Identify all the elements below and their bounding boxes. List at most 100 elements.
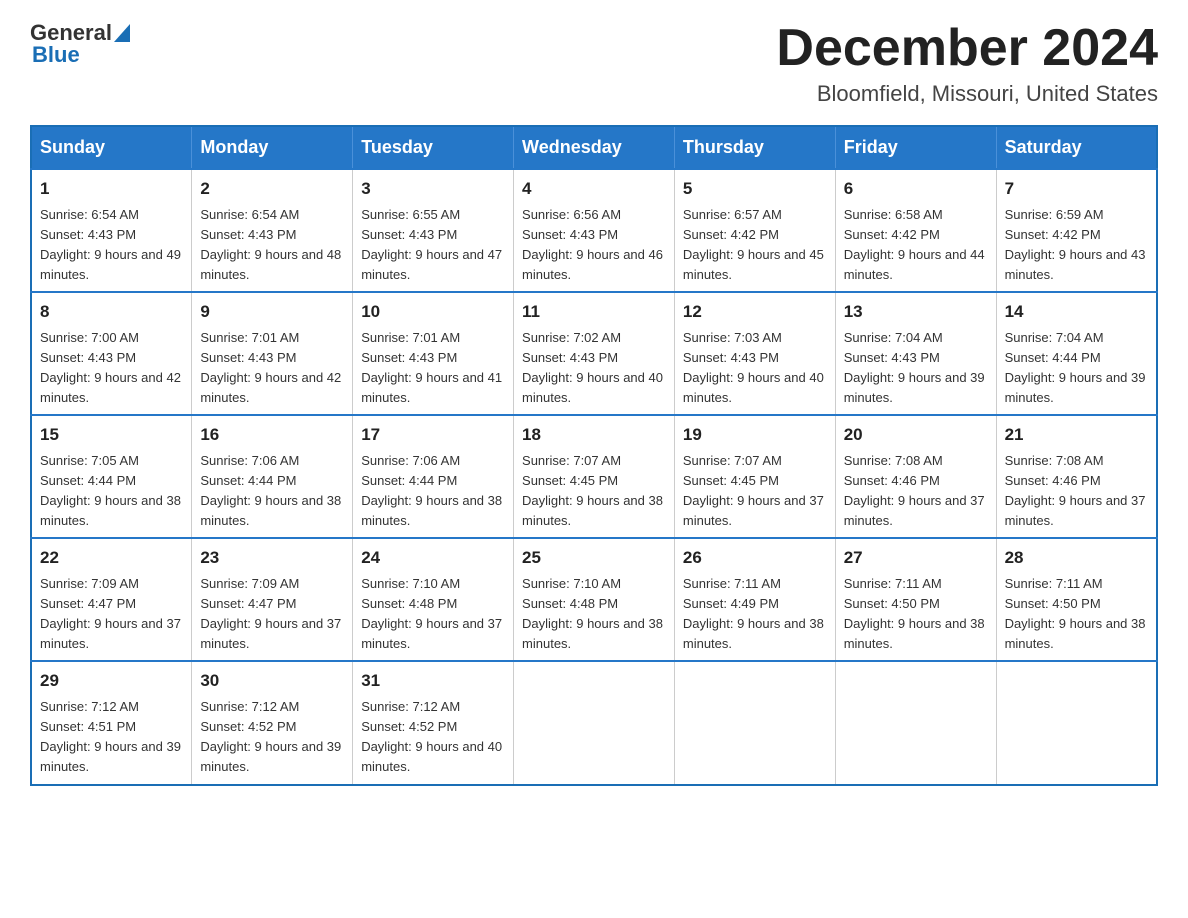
day-info: Sunrise: 7:08 AMSunset: 4:46 PMDaylight:…	[844, 453, 985, 528]
calendar-cell	[996, 661, 1157, 784]
calendar-cell: 10 Sunrise: 7:01 AMSunset: 4:43 PMDaylig…	[353, 292, 514, 415]
day-number: 10	[361, 299, 505, 325]
calendar-cell: 17 Sunrise: 7:06 AMSunset: 4:44 PMDaylig…	[353, 415, 514, 538]
day-number: 1	[40, 176, 183, 202]
day-info: Sunrise: 7:03 AMSunset: 4:43 PMDaylight:…	[683, 330, 824, 405]
day-info: Sunrise: 6:54 AMSunset: 4:43 PMDaylight:…	[200, 207, 341, 282]
day-info: Sunrise: 7:00 AMSunset: 4:43 PMDaylight:…	[40, 330, 181, 405]
day-number: 17	[361, 422, 505, 448]
day-info: Sunrise: 7:12 AMSunset: 4:51 PMDaylight:…	[40, 699, 181, 774]
calendar-cell: 2 Sunrise: 6:54 AMSunset: 4:43 PMDayligh…	[192, 169, 353, 292]
calendar-cell: 1 Sunrise: 6:54 AMSunset: 4:43 PMDayligh…	[31, 169, 192, 292]
day-header-wednesday: Wednesday	[514, 126, 675, 169]
day-header-tuesday: Tuesday	[353, 126, 514, 169]
page-title: December 2024	[776, 20, 1158, 77]
week-row-5: 29 Sunrise: 7:12 AMSunset: 4:51 PMDaylig…	[31, 661, 1157, 784]
day-info: Sunrise: 6:58 AMSunset: 4:42 PMDaylight:…	[844, 207, 985, 282]
day-number: 27	[844, 545, 988, 571]
calendar-cell: 7 Sunrise: 6:59 AMSunset: 4:42 PMDayligh…	[996, 169, 1157, 292]
page-header: General Blue December 2024 Bloomfield, M…	[30, 20, 1158, 107]
day-info: Sunrise: 7:10 AMSunset: 4:48 PMDaylight:…	[361, 576, 502, 651]
week-row-1: 1 Sunrise: 6:54 AMSunset: 4:43 PMDayligh…	[31, 169, 1157, 292]
day-number: 28	[1005, 545, 1148, 571]
day-number: 4	[522, 176, 666, 202]
day-number: 8	[40, 299, 183, 325]
day-info: Sunrise: 6:57 AMSunset: 4:42 PMDaylight:…	[683, 207, 824, 282]
day-number: 22	[40, 545, 183, 571]
day-info: Sunrise: 7:11 AMSunset: 4:49 PMDaylight:…	[683, 576, 824, 651]
calendar-cell: 8 Sunrise: 7:00 AMSunset: 4:43 PMDayligh…	[31, 292, 192, 415]
calendar-cell: 15 Sunrise: 7:05 AMSunset: 4:44 PMDaylig…	[31, 415, 192, 538]
day-header-friday: Friday	[835, 126, 996, 169]
day-number: 25	[522, 545, 666, 571]
day-number: 11	[522, 299, 666, 325]
calendar-cell: 13 Sunrise: 7:04 AMSunset: 4:43 PMDaylig…	[835, 292, 996, 415]
day-number: 12	[683, 299, 827, 325]
calendar-body: 1 Sunrise: 6:54 AMSunset: 4:43 PMDayligh…	[31, 169, 1157, 784]
day-number: 19	[683, 422, 827, 448]
calendar-cell: 14 Sunrise: 7:04 AMSunset: 4:44 PMDaylig…	[996, 292, 1157, 415]
day-number: 15	[40, 422, 183, 448]
day-info: Sunrise: 7:08 AMSunset: 4:46 PMDaylight:…	[1005, 453, 1146, 528]
week-row-2: 8 Sunrise: 7:00 AMSunset: 4:43 PMDayligh…	[31, 292, 1157, 415]
calendar-cell: 11 Sunrise: 7:02 AMSunset: 4:43 PMDaylig…	[514, 292, 675, 415]
day-number: 2	[200, 176, 344, 202]
calendar-cell: 18 Sunrise: 7:07 AMSunset: 4:45 PMDaylig…	[514, 415, 675, 538]
day-info: Sunrise: 7:01 AMSunset: 4:43 PMDaylight:…	[200, 330, 341, 405]
week-row-3: 15 Sunrise: 7:05 AMSunset: 4:44 PMDaylig…	[31, 415, 1157, 538]
day-info: Sunrise: 7:11 AMSunset: 4:50 PMDaylight:…	[844, 576, 985, 651]
calendar-cell: 31 Sunrise: 7:12 AMSunset: 4:52 PMDaylig…	[353, 661, 514, 784]
calendar-cell: 24 Sunrise: 7:10 AMSunset: 4:48 PMDaylig…	[353, 538, 514, 661]
calendar-cell: 12 Sunrise: 7:03 AMSunset: 4:43 PMDaylig…	[674, 292, 835, 415]
day-number: 7	[1005, 176, 1148, 202]
day-number: 20	[844, 422, 988, 448]
day-number: 5	[683, 176, 827, 202]
calendar-cell: 20 Sunrise: 7:08 AMSunset: 4:46 PMDaylig…	[835, 415, 996, 538]
day-info: Sunrise: 6:55 AMSunset: 4:43 PMDaylight:…	[361, 207, 502, 282]
day-info: Sunrise: 7:12 AMSunset: 4:52 PMDaylight:…	[361, 699, 502, 774]
day-info: Sunrise: 7:07 AMSunset: 4:45 PMDaylight:…	[522, 453, 663, 528]
day-number: 29	[40, 668, 183, 694]
day-number: 14	[1005, 299, 1148, 325]
day-number: 26	[683, 545, 827, 571]
calendar-cell: 5 Sunrise: 6:57 AMSunset: 4:42 PMDayligh…	[674, 169, 835, 292]
day-info: Sunrise: 7:09 AMSunset: 4:47 PMDaylight:…	[40, 576, 181, 651]
calendar-cell: 30 Sunrise: 7:12 AMSunset: 4:52 PMDaylig…	[192, 661, 353, 784]
day-info: Sunrise: 7:09 AMSunset: 4:47 PMDaylight:…	[200, 576, 341, 651]
title-area: December 2024 Bloomfield, Missouri, Unit…	[776, 20, 1158, 107]
calendar-cell: 27 Sunrise: 7:11 AMSunset: 4:50 PMDaylig…	[835, 538, 996, 661]
week-row-4: 22 Sunrise: 7:09 AMSunset: 4:47 PMDaylig…	[31, 538, 1157, 661]
page-subtitle: Bloomfield, Missouri, United States	[776, 81, 1158, 107]
day-number: 31	[361, 668, 505, 694]
day-number: 24	[361, 545, 505, 571]
day-info: Sunrise: 7:04 AMSunset: 4:44 PMDaylight:…	[1005, 330, 1146, 405]
day-info: Sunrise: 7:02 AMSunset: 4:43 PMDaylight:…	[522, 330, 663, 405]
day-number: 6	[844, 176, 988, 202]
calendar-cell: 6 Sunrise: 6:58 AMSunset: 4:42 PMDayligh…	[835, 169, 996, 292]
day-number: 21	[1005, 422, 1148, 448]
calendar-cell: 4 Sunrise: 6:56 AMSunset: 4:43 PMDayligh…	[514, 169, 675, 292]
day-info: Sunrise: 7:07 AMSunset: 4:45 PMDaylight:…	[683, 453, 824, 528]
calendar-cell: 21 Sunrise: 7:08 AMSunset: 4:46 PMDaylig…	[996, 415, 1157, 538]
calendar-cell: 3 Sunrise: 6:55 AMSunset: 4:43 PMDayligh…	[353, 169, 514, 292]
calendar-cell: 23 Sunrise: 7:09 AMSunset: 4:47 PMDaylig…	[192, 538, 353, 661]
day-header-monday: Monday	[192, 126, 353, 169]
day-number: 13	[844, 299, 988, 325]
day-number: 18	[522, 422, 666, 448]
logo-triangle-icon	[114, 24, 130, 42]
day-number: 3	[361, 176, 505, 202]
day-info: Sunrise: 7:04 AMSunset: 4:43 PMDaylight:…	[844, 330, 985, 405]
calendar-cell: 22 Sunrise: 7:09 AMSunset: 4:47 PMDaylig…	[31, 538, 192, 661]
calendar-cell: 29 Sunrise: 7:12 AMSunset: 4:51 PMDaylig…	[31, 661, 192, 784]
day-header-row: SundayMondayTuesdayWednesdayThursdayFrid…	[31, 126, 1157, 169]
day-number: 16	[200, 422, 344, 448]
logo: General Blue	[30, 20, 130, 68]
calendar-cell: 26 Sunrise: 7:11 AMSunset: 4:49 PMDaylig…	[674, 538, 835, 661]
calendar-cell: 19 Sunrise: 7:07 AMSunset: 4:45 PMDaylig…	[674, 415, 835, 538]
calendar-cell: 9 Sunrise: 7:01 AMSunset: 4:43 PMDayligh…	[192, 292, 353, 415]
calendar-cell: 16 Sunrise: 7:06 AMSunset: 4:44 PMDaylig…	[192, 415, 353, 538]
calendar-cell	[674, 661, 835, 784]
day-number: 9	[200, 299, 344, 325]
calendar-cell	[835, 661, 996, 784]
day-header-sunday: Sunday	[31, 126, 192, 169]
